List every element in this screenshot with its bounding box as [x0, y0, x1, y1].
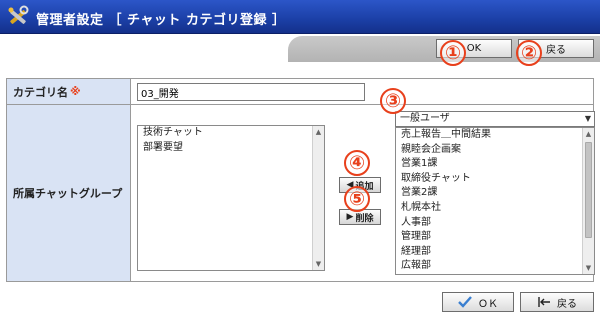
list-item[interactable]: 取締役チャット: [396, 172, 594, 187]
back-label: 戻る: [557, 298, 577, 310]
scroll-thumb[interactable]: [585, 142, 592, 238]
marker-4: ④: [344, 150, 370, 176]
ok-label: ＯＫ: [478, 298, 498, 310]
group-filter-select[interactable]: 一般ユーザ ▼: [395, 111, 595, 127]
required-mark: ※: [70, 85, 81, 98]
back-label: 戻る: [546, 45, 566, 56]
list-item[interactable]: 営業2課: [396, 186, 594, 201]
checkmark-icon: [458, 296, 472, 308]
group-row: 所属チャットグループ 技術チャット 部署要望 ▲ ▼ ◀ 追加 ▶ 削除 一般ユ…: [7, 105, 595, 281]
list-item[interactable]: 管理部: [396, 230, 594, 245]
list-item[interactable]: 経理部: [396, 245, 594, 260]
list-item[interactable]: 親睦会企画案: [396, 143, 594, 158]
scrollbar[interactable]: ▲ ▼: [312, 126, 324, 270]
page-title: 管理者設定 ［ チャット カテゴリ登録 ］: [36, 13, 286, 28]
category-form: カテゴリ名 ※ 所属チャットグループ 技術チャット 部署要望 ▲ ▼ ◀ 追加 …: [6, 78, 595, 282]
selected-groups-list[interactable]: 技術チャット 部署要望 ▲ ▼: [137, 125, 325, 271]
dropdown-arrow-icon: ▼: [584, 114, 591, 123]
scroll-down-icon[interactable]: ▼: [313, 258, 324, 270]
available-groups-list[interactable]: 売上報告＿中間結果 親睦会企画案 営業1課 取締役チャット 営業2課 札幌本社 …: [395, 127, 595, 275]
list-item[interactable]: 売上報告＿中間結果: [396, 128, 594, 143]
category-name-label: カテゴリ名 ※: [7, 79, 131, 104]
list-item[interactable]: 部署要望: [138, 141, 324, 156]
marker-1: ①: [440, 40, 466, 66]
list-item[interactable]: 人事部: [396, 216, 594, 231]
category-name-row: カテゴリ名 ※: [7, 79, 593, 105]
scroll-up-icon[interactable]: ▲: [313, 126, 324, 138]
ok-label: OK: [466, 43, 482, 54]
scroll-up-icon[interactable]: ▲: [583, 128, 594, 140]
list-item[interactable]: 広報部: [396, 259, 594, 274]
marker-2: ②: [516, 40, 542, 66]
list-item[interactable]: 札幌本社: [396, 201, 594, 216]
back-button-bottom[interactable]: 戻る: [520, 292, 594, 312]
tools-icon: [8, 5, 29, 24]
category-name-input[interactable]: [137, 83, 365, 101]
scrollbar[interactable]: ▲ ▼: [582, 128, 594, 274]
back-arrow-icon: [538, 297, 550, 307]
title-bar: 管理者設定 ［ チャット カテゴリ登録 ］: [0, 0, 600, 34]
group-label: 所属チャットグループ: [7, 105, 131, 281]
marker-5: ⑤: [344, 186, 370, 212]
arrow-right-icon: ▶: [346, 212, 354, 222]
marker-3: ③: [380, 88, 406, 114]
list-item[interactable]: 技術チャット: [138, 126, 324, 141]
ok-button-bottom[interactable]: ＯＫ: [442, 292, 514, 312]
scroll-down-icon[interactable]: ▼: [583, 262, 594, 274]
list-item[interactable]: 営業1課: [396, 157, 594, 172]
